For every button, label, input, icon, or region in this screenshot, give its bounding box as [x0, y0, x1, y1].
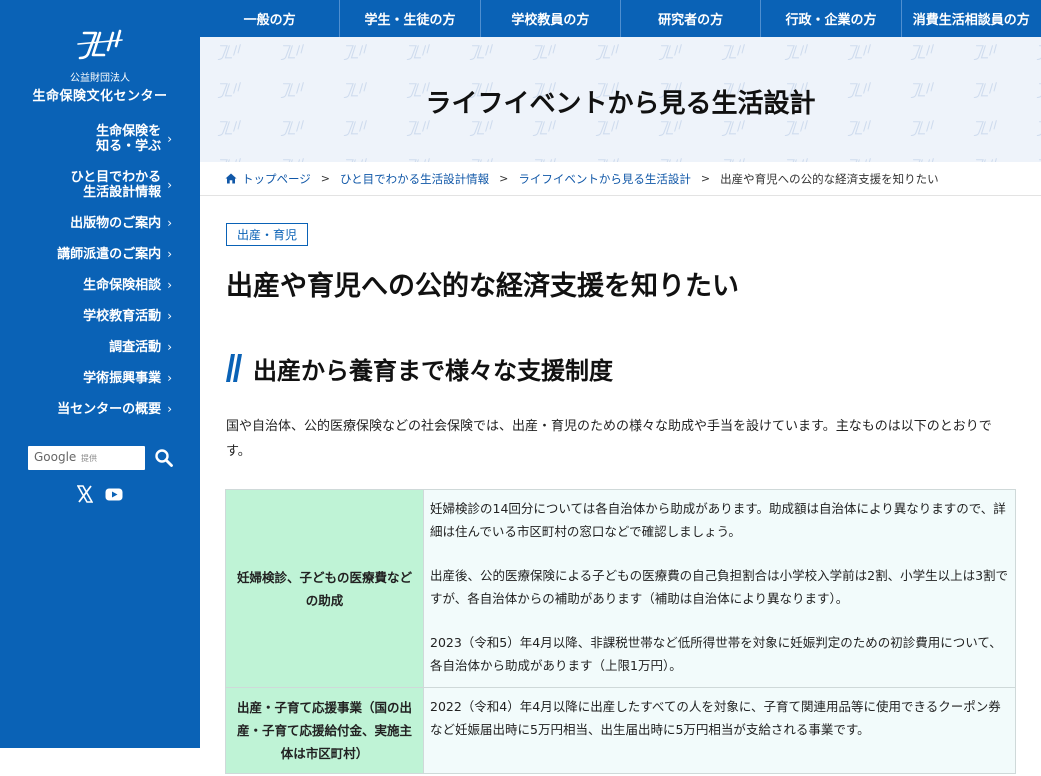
chevron-right-icon: > — [700, 172, 711, 185]
chevron-right-icon: › — [167, 401, 172, 416]
sidebar-item-label: 当センターの概要 — [57, 401, 162, 417]
support-table: 妊婦検診、子どもの医療費などの助成 妊婦検診の14回分については各自治体から助成… — [225, 489, 1016, 774]
table-row-body: 妊婦検診の14回分については各自治体から助成があります。助成額は自治体により異な… — [423, 489, 1016, 688]
section-slash-icon — [226, 354, 242, 382]
breadcrumb-home[interactable]: トップページ — [242, 171, 311, 187]
chevron-right-icon: › — [167, 246, 172, 261]
table-row: 妊婦検診、子どもの医療費などの助成 妊婦検診の14回分については各自治体から助成… — [225, 489, 1016, 688]
sidebar-item-consultation[interactable]: 生命保険相談 › — [0, 277, 172, 293]
org-type-label: 公益財団法人 — [70, 73, 130, 84]
sidebar-item-about[interactable]: 当センターの概要 › — [0, 401, 172, 417]
search-icon[interactable] — [154, 448, 174, 468]
sidebar-item-academic[interactable]: 学術振興事業 › — [0, 370, 172, 386]
hero-title: ライフイベントから見る生活設計 — [425, 89, 816, 119]
hero-banner: ライフイベントから見る生活設計 — [200, 37, 1041, 162]
table-paragraph: 出産後、公的医療保険による子どもの医療費の自己負担割合は小学校入学前は2割、小学… — [430, 568, 1009, 606]
org-name[interactable]: 生命保険文化センター — [0, 85, 200, 104]
sidebar-item-life-planning[interactable]: ひと目でわかる 生活設計情報 › — [0, 170, 172, 200]
topnav-general[interactable]: 一般の方 — [200, 0, 339, 37]
sidebar: 公益財団法人 生命保険文化センター 生命保険を 知る・学ぶ › ひと目でわかる … — [0, 0, 200, 748]
chevron-right-icon: > — [320, 172, 330, 185]
search-input[interactable]: Google 提供 — [28, 446, 145, 470]
intro-text: 国や自治体、公的医療保険などの社会保険では、出産・育児のための様々な助成や手当を… — [226, 419, 992, 459]
sidebar-item-publications[interactable]: 出版物のご案内 › — [0, 215, 172, 231]
jli-logo[interactable] — [74, 28, 126, 62]
sidebar-item-label: 出版物のご案内 — [70, 215, 162, 231]
sidebar-item-label: ひと目でわかる 生活設計情報 — [70, 170, 162, 200]
x-icon[interactable] — [77, 485, 93, 503]
sidebar-item-school[interactable]: 学校教育活動 › — [0, 308, 172, 324]
sidebar-item-label: 学校教育活動 — [83, 308, 162, 324]
breadcrumb-level2[interactable]: ライフイベントから見る生活設計 — [518, 171, 691, 187]
topnav-teachers[interactable]: 学校教員の方 — [479, 0, 620, 37]
sidebar-item-label: 生命保険相談 — [83, 277, 162, 293]
table-row-body: 2022（令和4）年4月以降に出産したすべての人を対象に、子育て関連用品等に使用… — [423, 687, 1016, 774]
sidebar-item-learn[interactable]: 生命保険を 知る・学ぶ › — [0, 124, 172, 154]
table-row-header: 妊婦検診、子どもの医療費などの助成 — [225, 489, 424, 688]
table-paragraph: 2022（令和4）年4月以降に出産したすべての人を対象に、子育て関連用品等に使用… — [430, 699, 1001, 737]
home-icon — [225, 173, 237, 184]
topnav-consumer-advisors[interactable]: 消費生活相談員の方 — [900, 0, 1041, 37]
sidebar-nav: 生命保険を 知る・学ぶ › ひと目でわかる 生活設計情報 › 出版物のご案内 ›… — [0, 124, 172, 417]
chevron-right-icon: › — [167, 308, 172, 323]
table-paragraph: 妊婦検診の14回分については各自治体から助成があります。助成額は自治体により異な… — [430, 501, 1006, 539]
chevron-right-icon: › — [167, 131, 172, 146]
topnav-researchers[interactable]: 研究者の方 — [619, 0, 760, 37]
sidebar-item-label: 調査活動 — [109, 339, 162, 355]
topnav-students[interactable]: 学生・生徒の方 — [339, 0, 479, 37]
breadcrumb-current: 出産や育児への公的な経済支援を知りたい — [720, 171, 939, 186]
chevron-right-icon: › — [167, 339, 172, 354]
sidebar-item-label: 学術振興事業 — [83, 370, 162, 386]
chevron-right-icon: › — [167, 177, 172, 192]
section-title: 出産から養育まで様々な支援制度 — [253, 357, 613, 385]
sidebar-item-research[interactable]: 調査活動 › — [0, 339, 172, 355]
sidebar-item-lecturer[interactable]: 講師派遣のご案内 › — [0, 246, 172, 262]
breadcrumb: トップページ > ひと目でわかる生活設計情報 > ライフイベントから見る生活設計… — [200, 162, 1041, 196]
search-brand-suffix: 提供 — [81, 454, 97, 463]
search-brand: Google — [34, 450, 77, 464]
youtube-icon[interactable] — [105, 485, 123, 503]
topnav-government[interactable]: 行政・企業の方 — [760, 0, 900, 37]
table-paragraph: 2023（令和5）年4月以降、非課税世帯など低所得世帯を対象に妊娠判定のための初… — [430, 635, 1002, 673]
page-title: 出産や育児への公的な経済支援を知りたい — [226, 271, 739, 302]
chevron-right-icon: > — [499, 172, 509, 185]
chevron-right-icon: › — [167, 215, 172, 230]
sidebar-item-label: 講師派遣のご案内 — [57, 246, 162, 262]
sidebar-item-label: 生命保険を 知る・学ぶ — [96, 124, 162, 154]
chevron-right-icon: › — [167, 277, 172, 292]
table-row: 出産・子育て応援事業（国の出産・子育て応援給付金、実施主体は市区町村） 2022… — [225, 687, 1016, 774]
chevron-right-icon: › — [167, 370, 172, 385]
breadcrumb-level1[interactable]: ひと目でわかる生活設計情報 — [340, 171, 489, 187]
table-row-header: 出産・子育て応援事業（国の出産・子育て応援給付金、実施主体は市区町村） — [225, 687, 424, 774]
category-tag[interactable]: 出産・育児 — [226, 223, 309, 246]
audience-nav: 一般の方 学生・生徒の方 学校教員の方 研究者の方 行政・企業の方 消費生活相談… — [200, 0, 1041, 37]
